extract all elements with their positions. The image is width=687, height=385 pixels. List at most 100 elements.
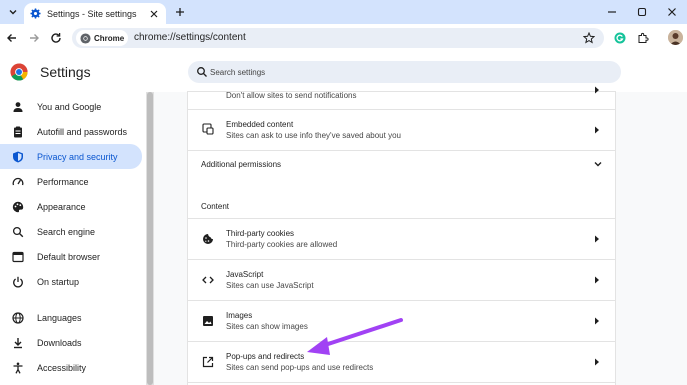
sidebar-item-default-browser[interactable]: Default browser [0,244,142,269]
row-subtitle: Sites can send pop-ups and use redirects [226,363,374,372]
popups-redirects-row[interactable]: Pop-ups and redirects Sites can send pop… [188,342,615,382]
chevron-right-icon [594,126,600,134]
row-title: Images [226,311,253,320]
close-icon [668,8,676,16]
reload-icon [51,33,61,43]
sidebar-item-autofill[interactable]: Autofill and passwords [0,119,142,144]
sidebar-item-languages[interactable]: Languages [0,305,142,330]
row-subtitle: Third-party cookies are allowed [226,240,338,249]
globe-icon [12,311,24,324]
sidebar-item-privacy[interactable]: Privacy and security [0,144,142,169]
sidebar-scrollbar[interactable] [146,92,154,385]
address-bar[interactable]: Chrome chrome://settings/content [72,28,604,48]
row-subtitle: Sites can show images [226,322,308,331]
chevron-right-icon [594,86,600,94]
search-settings-box[interactable] [188,61,621,83]
sidebar-item-label: Search engine [37,226,96,237]
sidebar-item-label: Appearance [37,201,86,212]
puzzle-icon [638,32,649,43]
arrow-left-icon [7,34,16,42]
embedded-content-row[interactable]: Embedded content Sites can ask to use in… [188,110,615,150]
images-row[interactable]: Images Sites can show images [188,301,615,341]
tab-strip: Settings - Site settings [0,0,687,24]
chevron-right-icon [594,276,600,284]
cookie-icon [202,233,214,245]
extensions-button[interactable] [635,30,651,46]
window-close-button[interactable] [664,4,680,20]
row-title: Third-party cookies [226,229,295,238]
chip-label: Chrome [94,33,125,43]
row-subtitle: Sites can use JavaScript [226,281,314,290]
minimize-icon [608,11,616,13]
third-party-cookies-row[interactable]: Third-party cookies Third-party cookies … [188,219,615,259]
tab-search-button[interactable] [4,3,22,21]
arrow-right-icon [30,34,39,42]
close-icon[interactable] [148,8,160,20]
extension-button[interactable] [612,30,628,46]
chevron-down-icon[interactable] [594,160,602,168]
chrome-icon [80,32,91,44]
search-icon [12,226,24,238]
browser-icon [12,251,24,263]
divider [188,382,615,383]
sidebar-item-label: Privacy and security [37,151,118,162]
search-icon [197,67,207,77]
download-icon [12,337,24,349]
tab-title: Settings - Site settings [47,8,137,19]
url-text[interactable]: chrome://settings/content [134,32,246,43]
chevron-right-icon [594,317,600,325]
toolbar: Chrome chrome://settings/content [0,24,687,52]
bookmark-star-button[interactable] [582,31,596,45]
minimize-button[interactable] [604,4,620,20]
palette-icon [12,201,24,213]
sidebar-item-label: You and Google [37,101,102,112]
maximize-icon [637,7,647,17]
search-input[interactable] [210,65,510,79]
sidebar-item-label: Languages [37,312,82,323]
chevron-right-icon [594,235,600,243]
open-in-new-icon [202,356,214,368]
reload-button[interactable] [47,29,65,47]
javascript-row[interactable]: JavaScript Sites can use JavaScript [188,260,615,300]
notifications-row[interactable]: Don't allow sites to send notifications [188,86,615,106]
sidebar-item-search-engine[interactable]: Search engine [0,219,142,244]
power-icon [12,276,24,288]
maximize-button[interactable] [634,4,650,20]
sidebar-item-label: On startup [37,276,80,287]
row-title: Embedded content [226,120,294,129]
embedded-content-icon [202,123,214,135]
sidebar-item-label: Downloads [37,337,82,348]
sidebar-item-label: Accessibility [37,362,87,373]
row-title: JavaScript [226,270,264,279]
sidebar-item-performance[interactable]: Performance [0,169,142,194]
shield-icon [12,151,24,163]
clipboard-icon [12,126,24,138]
new-tab-button[interactable] [172,4,188,20]
sidebar-item-appearance[interactable]: Appearance [0,194,142,219]
avatar[interactable] [668,30,683,45]
notifications-subtitle: Don't allow sites to send notifications [226,91,357,100]
site-info-chip[interactable]: Chrome [76,30,128,46]
sidebar-item-accessibility[interactable]: Accessibility [0,355,142,380]
chevron-right-icon [594,358,600,366]
gear-icon [30,8,41,19]
site-settings-card: Don't allow sites to send notifications … [188,86,615,385]
scroll-thumb[interactable] [147,92,153,385]
back-button[interactable] [3,29,21,47]
page-title: Settings [40,64,91,80]
forward-button[interactable] [25,29,43,47]
sidebar-item-downloads[interactable]: Downloads [0,330,142,355]
additional-permissions-row[interactable]: Additional permissions [188,151,615,178]
row-title: Pop-ups and redirects [226,352,305,361]
code-icon [202,274,214,286]
plus-icon [176,8,184,16]
grammarly-icon [614,32,626,44]
chrome-logo-icon [10,63,28,81]
sidebar-item-on-startup[interactable]: On startup [0,269,142,294]
speedometer-icon [12,176,24,188]
sidebar-item-label: Autofill and passwords [37,126,128,137]
sidebar-item-label: Performance [37,176,89,187]
star-icon [583,32,595,44]
tab-settings[interactable]: Settings - Site settings [24,3,166,24]
sidebar-item-you-and-google[interactable]: You and Google [0,94,142,119]
